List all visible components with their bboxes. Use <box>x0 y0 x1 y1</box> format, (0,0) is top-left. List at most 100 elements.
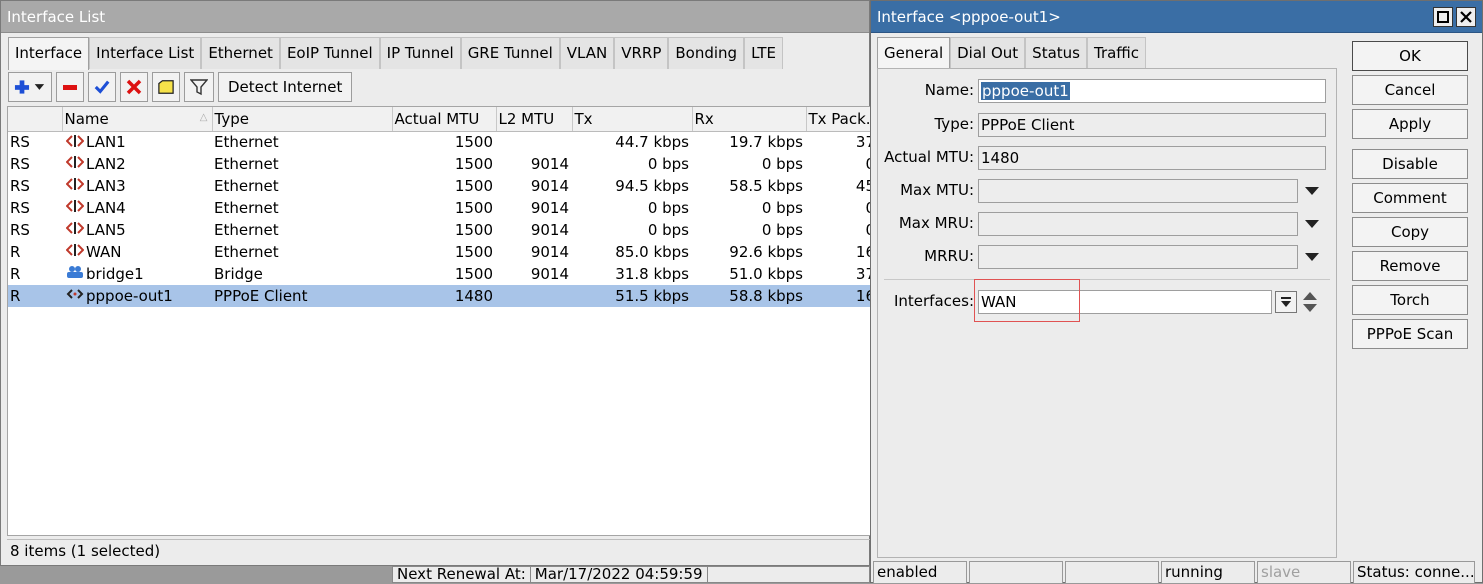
remove-button[interactable] <box>56 72 84 102</box>
row-type: PPPoE Client <box>212 285 392 307</box>
close-button[interactable] <box>1456 7 1476 27</box>
interface-tabs: Interface Interface List Ethernet EoIP T… <box>8 37 784 70</box>
row-tx: 85.0 kbps <box>615 243 689 261</box>
row-name: LAN5 <box>86 220 126 239</box>
row-type: Ethernet <box>214 221 279 239</box>
status-cell-2 <box>969 561 1063 584</box>
tab-ethernet[interactable]: Ethernet <box>201 37 280 69</box>
max-mtu-row: Max MTU: <box>878 179 1338 203</box>
interfaces-dropdown-button[interactable] <box>1275 291 1297 313</box>
table-row[interactable]: RSLAN2Ethernet150090140 bps0 bps0 <box>8 153 870 175</box>
max-mru-field[interactable] <box>978 212 1298 236</box>
enable-button[interactable] <box>88 72 116 102</box>
status-enabled: enabled <box>873 561 967 584</box>
row-tx: 31.8 kbps <box>615 265 689 283</box>
interface-list-titlebar[interactable]: Interface List <box>1 1 869 33</box>
row-flags: R <box>8 285 62 307</box>
row-actual-mtu: 1500 <box>454 243 493 261</box>
cancel-button[interactable]: Cancel <box>1352 75 1468 105</box>
add-remove-updown-icon[interactable] <box>1302 290 1318 314</box>
column-name[interactable]: Name △ <box>62 107 213 132</box>
dialog-titlebar[interactable]: Interface <pppoe-out1> <box>871 1 1482 33</box>
mrru-field[interactable] <box>978 245 1298 269</box>
column-tx[interactable]: Tx <box>572 107 693 132</box>
max-mru-dropdown-icon[interactable] <box>1305 220 1319 228</box>
column-actual-mtu[interactable]: Actual MTU <box>392 107 497 132</box>
dialog-tabs: General Dial Out Status Traffic <box>877 37 1147 70</box>
table-row[interactable]: RS LAN3 Ethernet 1500 9014 94.5 kbps 58.5 kbps… <box>8 175 870 197</box>
max-mtu-field[interactable] <box>978 179 1298 203</box>
apply-button[interactable]: Apply <box>1352 109 1468 139</box>
remove-button[interactable]: Remove <box>1352 251 1468 281</box>
ethernet-icon <box>65 221 85 239</box>
row-tx-packets: 37 <box>855 133 870 152</box>
mrru-row: MRRU: <box>878 245 1338 269</box>
renewal-empty-cell <box>708 567 869 582</box>
detect-internet-button[interactable]: Detect Internet <box>218 72 353 102</box>
tab-lte[interactable]: LTE <box>744 37 784 69</box>
table-header: Name △ Type Actual MTU L2 MTU Tx Rx Tx Pa… <box>8 107 870 132</box>
table-row[interactable]: RSLAN5Ethernet150090140 bps0 bps0 <box>8 219 870 241</box>
tab-interface-list[interactable]: Interface List <box>89 37 202 69</box>
table-row[interactable]: RSLAN4Ethernet150090140 bps0 bps0 <box>8 197 870 219</box>
disable-button[interactable] <box>120 72 148 102</box>
add-button[interactable] <box>8 72 52 102</box>
type-field: PPPoE Client <box>978 113 1326 137</box>
tab-eoip-tunnel[interactable]: EoIP Tunnel <box>279 37 380 69</box>
row-actual-mtu: 1500 <box>454 155 493 173</box>
column-flags[interactable] <box>8 107 63 132</box>
max-mru-label: Max MRU: <box>898 214 974 232</box>
ok-button[interactable]: OK <box>1352 41 1468 71</box>
row-tx: 94.5 kbps <box>615 177 689 195</box>
table-row[interactable]: Rbridge1 Bridge 1500 9014 31.8 kbps 51.0 kbps… <box>8 263 870 285</box>
table-row[interactable]: R WAN Ethernet 1500 9014 85.0 kbps 92.6 kbps 16 <box>8 241 870 263</box>
column-rx[interactable]: Rx <box>692 107 807 132</box>
disable-button[interactable]: Disable <box>1352 149 1468 179</box>
tab-traffic[interactable]: Traffic <box>1086 37 1147 69</box>
tab-ip-tunnel[interactable]: IP Tunnel <box>379 37 461 69</box>
row-type: Ethernet <box>214 243 279 261</box>
comment-button[interactable] <box>152 72 180 102</box>
add-icon <box>14 80 45 94</box>
row-actual-mtu: 1480 <box>392 285 496 307</box>
max-mtu-dropdown-icon[interactable] <box>1305 187 1319 195</box>
window-title: Interface List <box>7 8 106 26</box>
row-flags: RS <box>10 177 30 195</box>
tab-vrrp[interactable]: VRRP <box>614 37 669 69</box>
tab-dial-out[interactable]: Dial Out <box>950 37 1026 69</box>
row-flags: RS <box>10 155 30 173</box>
pppoe-icon <box>66 287 84 305</box>
row-l2-mtu: 9014 <box>530 243 569 261</box>
pppoe-scan-button[interactable]: PPPoE Scan <box>1352 319 1468 349</box>
row-tx-packets: 45 <box>855 177 870 195</box>
tab-bonding[interactable]: Bonding <box>668 37 745 69</box>
comment-button[interactable]: Comment <box>1352 183 1468 213</box>
row-tx: 51.5 kbps <box>572 285 692 307</box>
copy-button[interactable]: Copy <box>1352 217 1468 247</box>
filter-button[interactable] <box>184 72 214 102</box>
column-l2-mtu[interactable]: L2 MTU <box>496 107 573 132</box>
tab-general[interactable]: General <box>877 37 951 70</box>
column-tx-packets[interactable]: Tx Pack... <box>806 107 870 132</box>
tab-status[interactable]: Status <box>1025 37 1087 69</box>
table-row[interactable]: RS LAN1 Ethernet 1500 44.7 kbps 19.7 kbps 37 <box>8 131 870 153</box>
row-name: LAN4 <box>86 198 126 217</box>
column-type[interactable]: Type <box>212 107 393 132</box>
tab-interface[interactable]: Interface <box>8 37 90 70</box>
row-rx: 0 bps <box>761 199 803 217</box>
name-field[interactable]: pppoe-out1 <box>978 79 1326 103</box>
tab-vlan[interactable]: VLAN <box>559 37 615 69</box>
sort-ascending-icon: △ <box>199 112 208 123</box>
mrru-dropdown-icon[interactable] <box>1305 253 1319 261</box>
interfaces-row: Interfaces: WAN <box>878 290 1338 314</box>
row-name-cell: bridge1 <box>62 263 212 285</box>
maximize-icon <box>1437 11 1449 23</box>
tab-gre-tunnel[interactable]: GRE Tunnel <box>460 37 560 69</box>
maximize-button[interactable] <box>1433 7 1453 27</box>
torch-button[interactable]: Torch <box>1352 285 1468 315</box>
row-name: pppoe-out1 <box>86 286 173 305</box>
table-row[interactable]: Rpppoe-out1 PPPoE Client 1480 51.5 kbps 58.8… <box>8 285 870 307</box>
disable-x-icon <box>126 79 142 95</box>
row-l2-mtu: 9014 <box>530 221 569 239</box>
max-mtu-label: Max MTU: <box>900 181 974 199</box>
